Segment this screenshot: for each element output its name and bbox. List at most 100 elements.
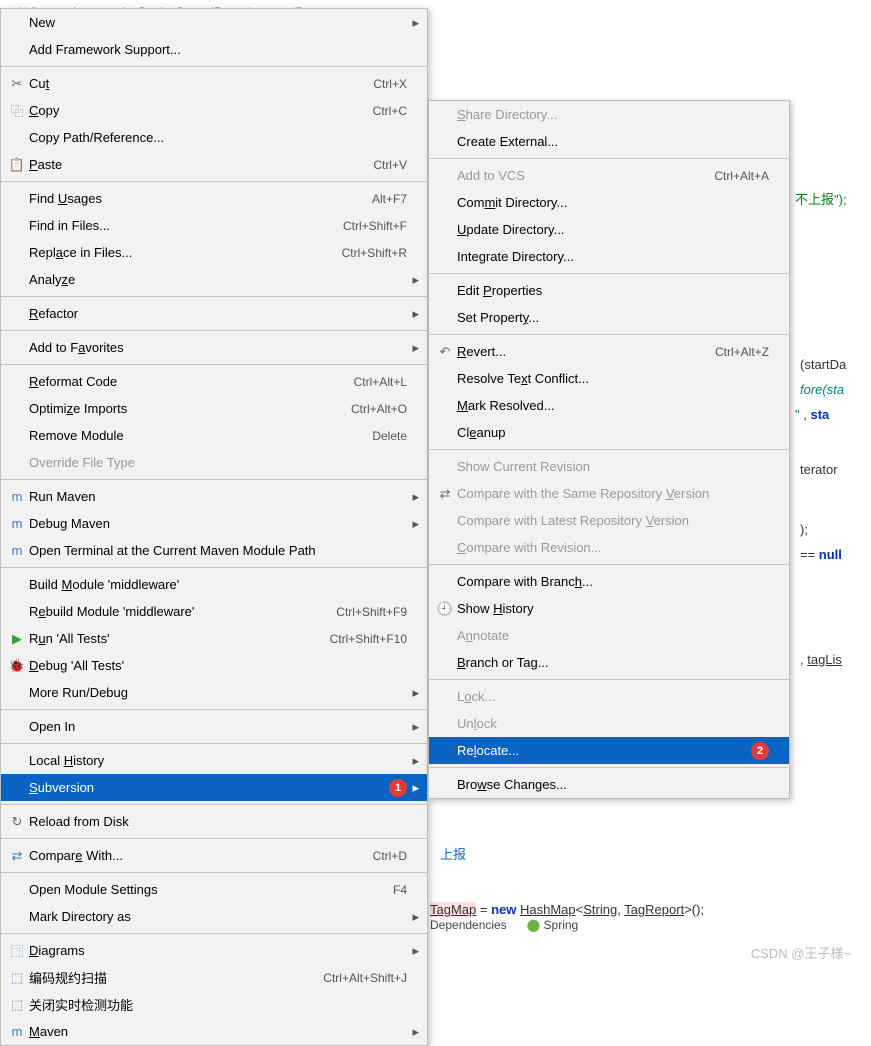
menu-item-label: Mark Resolved...	[455, 398, 769, 413]
menu-item[interactable]: Relocate...2	[429, 737, 789, 764]
menu-separator	[1, 479, 427, 480]
menu-item-label: Refactor	[27, 306, 407, 321]
menu-item[interactable]: mDebug Maven▸	[1, 510, 427, 537]
⇄-icon: ⇄	[435, 486, 455, 502]
menu-item[interactable]: Update Directory...	[429, 216, 789, 243]
menu-item[interactable]: 📋PasteCtrl+V	[1, 151, 427, 178]
spring-icon: ⬤	[527, 918, 540, 932]
menu-item[interactable]: Cleanup	[429, 419, 789, 446]
menu-item[interactable]: Edit Properties	[429, 277, 789, 304]
submenu-arrow-icon: ▸	[407, 753, 419, 769]
menu-separator	[1, 838, 427, 839]
menu-item[interactable]: Compare with Branch...	[429, 568, 789, 595]
menu-item: Lock...	[429, 683, 789, 710]
shortcut-label: Ctrl+Shift+R	[342, 246, 407, 260]
menu-item[interactable]: ⬚关闭实时检测功能	[1, 991, 427, 1018]
menu-item[interactable]: Mark Directory as▸	[1, 903, 427, 930]
submenu-arrow-icon: ▸	[407, 306, 419, 322]
submenu-arrow-icon: ▸	[407, 489, 419, 505]
menu-item[interactable]: Add to Favorites▸	[1, 334, 427, 361]
menu-item[interactable]: Refactor▸	[1, 300, 427, 327]
menu-item[interactable]: Resolve Text Conflict...	[429, 365, 789, 392]
shortcut-label: Ctrl+V	[373, 158, 407, 172]
menu-item: Override File Type	[1, 449, 427, 476]
menu-item[interactable]: Copy Path/Reference...	[1, 124, 427, 151]
menu-item[interactable]: mOpen Terminal at the Current Maven Modu…	[1, 537, 427, 564]
code-text: terator	[800, 460, 838, 480]
menu-item[interactable]: New▸	[1, 9, 427, 36]
menu-item[interactable]: Reformat CodeCtrl+Alt+L	[1, 368, 427, 395]
menu-item[interactable]: ↻Reload from Disk	[1, 808, 427, 835]
menu-item-label: Add to Favorites	[27, 340, 407, 355]
menu-item[interactable]: ⿻CopyCtrl+C	[1, 97, 427, 124]
menu-separator	[1, 296, 427, 297]
menu-item[interactable]: Add Framework Support...	[1, 36, 427, 63]
menu-item[interactable]: Optimize ImportsCtrl+Alt+O	[1, 395, 427, 422]
menu-item[interactable]: ⇄Compare With...Ctrl+D	[1, 842, 427, 869]
menu-separator	[1, 804, 427, 805]
spring-tab[interactable]: ⬤ Spring	[527, 918, 578, 932]
menu-item[interactable]: Remove ModuleDelete	[1, 422, 427, 449]
menu-item-label: Copy	[27, 103, 373, 118]
menu-item[interactable]: More Run/Debug▸	[1, 679, 427, 706]
dependencies-tab[interactable]: Dependencies	[430, 918, 507, 932]
menu-item[interactable]: Set Property...	[429, 304, 789, 331]
menu-item-label: More Run/Debug	[27, 685, 407, 700]
menu-item-label: Mark Directory as	[27, 909, 407, 924]
menu-separator	[1, 743, 427, 744]
shortcut-label: Ctrl+Shift+F10	[330, 632, 407, 646]
menu-item-label: Open Terminal at the Current Maven Modul…	[27, 543, 407, 558]
menu-item[interactable]: Replace in Files...Ctrl+Shift+R	[1, 239, 427, 266]
menu-item-label: Edit Properties	[455, 283, 769, 298]
menu-item-label: Integrate Directory...	[455, 249, 769, 264]
menu-item[interactable]: Integrate Directory...	[429, 243, 789, 270]
submenu-arrow-icon: ▸	[407, 1024, 419, 1040]
⿻-icon: ⿻	[7, 101, 27, 120]
shortcut-label: Alt+F7	[372, 192, 407, 206]
menu-item[interactable]: Analyze▸	[1, 266, 427, 293]
🕘-icon: 🕘	[435, 601, 455, 617]
menu-item-label: Update Directory...	[455, 222, 769, 237]
menu-item[interactable]: 🐞Debug 'All Tests'	[1, 652, 427, 679]
submenu-arrow-icon: ▸	[407, 272, 419, 288]
annotation-badge: 1	[389, 779, 407, 797]
menu-item[interactable]: Rebuild Module 'middleware'Ctrl+Shift+F9	[1, 598, 427, 625]
menu-item[interactable]: Commit Directory...	[429, 189, 789, 216]
menu-item-label: Relocate...	[455, 743, 751, 758]
menu-item[interactable]: ▶Run 'All Tests'Ctrl+Shift+F10	[1, 625, 427, 652]
⇄-icon: ⇄	[7, 848, 27, 864]
submenu-arrow-icon: ▸	[407, 909, 419, 925]
submenu-arrow-icon: ▸	[407, 340, 419, 356]
menu-item[interactable]: Open Module SettingsF4	[1, 876, 427, 903]
bottom-tool-tabs: Dependencies ⬤ Spring	[430, 918, 578, 932]
menu-item-label: Diagrams	[27, 943, 407, 958]
menu-item[interactable]: 🕘Show History	[429, 595, 789, 622]
menu-item[interactable]: ⬚编码规约扫描Ctrl+Alt+Shift+J	[1, 964, 427, 991]
menu-item-label: 编码规约扫描	[27, 968, 323, 987]
menu-item[interactable]: Branch or Tag...	[429, 649, 789, 676]
menu-item: Compare with Revision...	[429, 534, 789, 561]
menu-item: Add to VCSCtrl+Alt+A	[429, 162, 789, 189]
menu-item[interactable]: Subversion1▸	[1, 774, 427, 801]
menu-separator	[429, 564, 789, 565]
menu-item[interactable]: ⿹Diagrams▸	[1, 937, 427, 964]
menu-item[interactable]: Find UsagesAlt+F7	[1, 185, 427, 212]
menu-item[interactable]: Find in Files...Ctrl+Shift+F	[1, 212, 427, 239]
menu-item[interactable]: ✂CutCtrl+X	[1, 70, 427, 97]
menu-separator	[1, 709, 427, 710]
menu-item[interactable]: mRun Maven▸	[1, 483, 427, 510]
menu-item-label: Add to VCS	[455, 168, 714, 183]
menu-item[interactable]: Open In▸	[1, 713, 427, 740]
shortcut-label: Delete	[372, 429, 407, 443]
menu-separator	[1, 330, 427, 331]
menu-item[interactable]: mMaven▸	[1, 1018, 427, 1045]
menu-item-label: Rebuild Module 'middleware'	[27, 604, 336, 619]
menu-item[interactable]: Local History▸	[1, 747, 427, 774]
menu-item[interactable]: Browse Changes...	[429, 771, 789, 798]
menu-item[interactable]: Mark Resolved...	[429, 392, 789, 419]
menu-item[interactable]: Build Module 'middleware'	[1, 571, 427, 598]
submenu-arrow-icon: ▸	[407, 685, 419, 701]
menu-separator	[429, 449, 789, 450]
menu-item[interactable]: Create External...	[429, 128, 789, 155]
menu-item[interactable]: ↶Revert...Ctrl+Alt+Z	[429, 338, 789, 365]
